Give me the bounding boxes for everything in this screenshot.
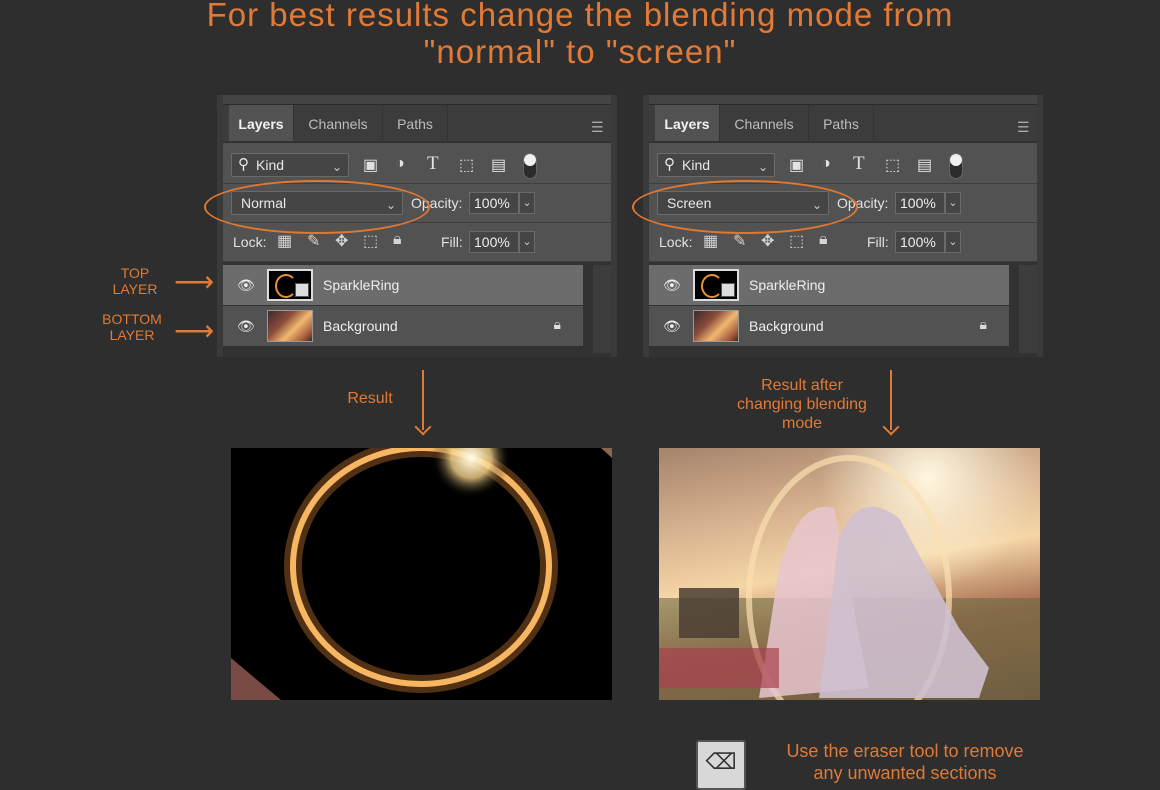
layer-name[interactable]: SparkleRing (749, 277, 825, 293)
filter-toggle[interactable] (523, 153, 537, 179)
filter-kind-select[interactable]: ⚲ Kind ⌄ (657, 153, 775, 177)
tab-paths[interactable]: Paths (809, 105, 874, 141)
lock-transparency-icon[interactable]: ▦ (277, 231, 292, 251)
lock-all-icon[interactable]: 🔒︎ (819, 231, 828, 249)
panel-tabs: Layers Channels Paths ☰ (649, 105, 1037, 141)
tab-channels[interactable]: Channels (720, 105, 809, 141)
filter-kind-label: Kind (682, 157, 711, 173)
opacity-input[interactable]: 100% (895, 192, 945, 214)
fill-input[interactable]: 100% (895, 231, 945, 253)
result-caption: Result (347, 390, 393, 407)
lock-artboard-icon[interactable]: ⬚ (363, 231, 378, 251)
lock-icon[interactable]: 🔒︎ (980, 316, 987, 333)
layers-scrollbar[interactable] (1019, 265, 1037, 353)
panel-tabs: Layers Channels Paths ☰ (223, 105, 611, 141)
search-icon: ⚲ (238, 156, 249, 173)
layer-row-sparklering[interactable]: 👁︎ SparkleRing (223, 265, 583, 305)
panel-title-bar[interactable] (649, 95, 1037, 105)
layer-name[interactable]: Background (749, 318, 824, 334)
lock-all-icon[interactable]: 🔒︎ (393, 231, 402, 249)
tab-paths[interactable]: Paths (383, 105, 448, 141)
bottom-layer-label: BOTTOM LAYER (102, 311, 162, 343)
highlight-ellipse-normal (204, 180, 430, 234)
lock-label: Lock: (659, 234, 693, 250)
eye-icon[interactable]: 👁︎ (237, 277, 255, 294)
lock-position-icon[interactable]: ✥ (761, 231, 774, 251)
smart-object-thumbnail (693, 269, 739, 301)
layer-row-sparklering[interactable]: 👁︎ SparkleRing (649, 265, 1009, 305)
fill-input[interactable]: 100% (469, 231, 519, 253)
tab-layers[interactable]: Layers (229, 105, 294, 141)
eye-icon[interactable]: 👁︎ (663, 277, 681, 294)
result-after-caption: Result after changing blending mode (737, 377, 867, 432)
filter-kind-label: Kind (256, 157, 285, 173)
highlight-ellipse-screen (632, 180, 858, 234)
filter-row: ⚲ Kind ⌄ ▣ ◑ T ⬚ ▤ (649, 143, 1037, 184)
tab-layers[interactable]: Layers (655, 105, 720, 141)
lock-paint-icon[interactable]: ✎ (733, 231, 746, 251)
pixel-filter-icon[interactable]: ▣ (363, 155, 378, 175)
type-filter-icon[interactable]: T (853, 153, 865, 175)
fill-label: Fill: (867, 234, 889, 250)
panel-title-bar[interactable] (223, 95, 611, 105)
arrow-down-icon (414, 418, 432, 436)
layer-row-background[interactable]: 👁︎ Background 🔒︎ (223, 306, 583, 346)
chevron-down-icon: ⌄ (757, 160, 768, 174)
panel-menu-icon[interactable]: ☰ (1017, 119, 1031, 136)
result-image-screen (659, 448, 1040, 700)
filter-toggle[interactable] (949, 153, 963, 179)
photo-thumbnail (267, 310, 313, 342)
shape-filter-icon[interactable]: ⬚ (885, 155, 900, 175)
smart-object-filter-icon[interactable]: ▤ (917, 155, 932, 175)
type-filter-icon[interactable]: T (427, 153, 439, 175)
heading-line-1: For best results change the blending mod… (206, 0, 954, 33)
smart-object-filter-icon[interactable]: ▤ (491, 155, 506, 175)
filter-kind-select[interactable]: ⚲ Kind ⌄ (231, 153, 349, 177)
sparkle-ring-graphic (231, 448, 612, 700)
arrow-right-icon: ⟶ (174, 315, 215, 346)
opacity-input[interactable]: 100% (469, 192, 519, 214)
couple-photo-graphic (659, 448, 1040, 700)
eraser-hint-text: Use the eraser tool to remove any unwant… (786, 741, 1024, 783)
lock-position-icon[interactable]: ✥ (335, 231, 348, 251)
photo-thumbnail (693, 310, 739, 342)
result-image-normal (231, 448, 612, 700)
pixel-filter-icon[interactable]: ▣ (789, 155, 804, 175)
layer-row-background[interactable]: 👁︎ Background 🔒︎ (649, 306, 1009, 346)
smart-object-thumbnail (267, 269, 313, 301)
top-layer-label: TOP LAYER (112, 265, 158, 297)
eraser-icon: ⌫ (696, 740, 746, 790)
layers-scrollbar[interactable] (593, 265, 611, 353)
lock-artboard-icon[interactable]: ⬚ (789, 231, 804, 251)
adjustment-filter-icon[interactable]: ◑ (395, 155, 405, 173)
heading-line-2: "normal" to "screen" (423, 33, 737, 70)
fill-label: Fill: (441, 234, 463, 250)
opacity-dropdown-icon[interactable]: ⌄ (519, 192, 535, 214)
shape-filter-icon[interactable]: ⬚ (459, 155, 474, 175)
opacity-dropdown-icon[interactable]: ⌄ (945, 192, 961, 214)
lock-label: Lock: (233, 234, 267, 250)
layer-name[interactable]: SparkleRing (323, 277, 399, 293)
arrow-right-icon: ⟶ (174, 266, 215, 297)
tab-channels[interactable]: Channels (294, 105, 383, 141)
eye-icon[interactable]: 👁︎ (237, 318, 255, 335)
adjustment-filter-icon[interactable]: ◑ (821, 155, 831, 173)
search-icon: ⚲ (664, 156, 675, 173)
lock-icon[interactable]: 🔒︎ (554, 316, 561, 333)
lock-transparency-icon[interactable]: ▦ (703, 231, 718, 251)
filter-row: ⚲ Kind ⌄ ▣ ◑ T ⬚ ▤ (223, 143, 611, 184)
chevron-down-icon: ⌄ (331, 160, 342, 174)
fill-dropdown-icon[interactable]: ⌄ (519, 231, 535, 253)
eye-icon[interactable]: 👁︎ (663, 318, 681, 335)
panel-menu-icon[interactable]: ☰ (591, 119, 605, 136)
layer-name[interactable]: Background (323, 318, 398, 334)
lock-paint-icon[interactable]: ✎ (307, 231, 320, 251)
fill-dropdown-icon[interactable]: ⌄ (945, 231, 961, 253)
